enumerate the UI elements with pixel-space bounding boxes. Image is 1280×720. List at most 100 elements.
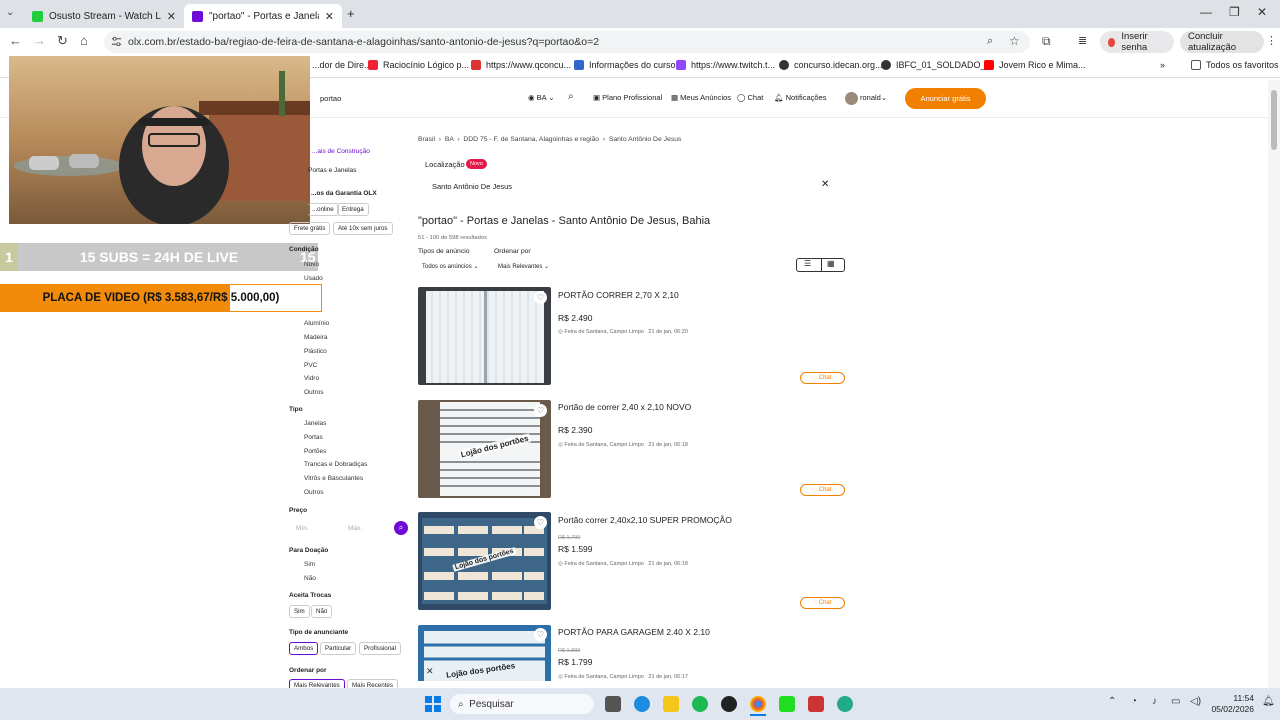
filter-chip-profissional[interactable]: Profissional bbox=[359, 642, 401, 655]
extensions-icon[interactable]: ⧉ bbox=[1042, 34, 1051, 49]
update-button[interactable]: Concluir atualização bbox=[1180, 31, 1264, 53]
file-explorer-icon[interactable] bbox=[663, 696, 679, 712]
bookmark-item[interactable]: Jovem Rico e Mima... bbox=[984, 60, 1086, 70]
home-icon[interactable]: ⌂ bbox=[80, 33, 88, 48]
filter-option[interactable]: Usado bbox=[304, 275, 323, 282]
category-selected[interactable]: Portas e Janelas bbox=[308, 167, 356, 174]
filter-option[interactable]: Trancas e Dobradiças bbox=[304, 461, 367, 468]
anunciar-button[interactable]: Anunciar grátis bbox=[905, 88, 986, 109]
grid-view-icon[interactable]: ▦ bbox=[827, 259, 835, 268]
bookmark-item[interactable]: Raciocínio Lógico p... bbox=[368, 60, 469, 70]
windows-start-icon[interactable] bbox=[425, 696, 441, 712]
reload-icon[interactable]: ↻ bbox=[57, 33, 68, 49]
listing-title[interactable]: Portão correr 2,40x2,10 SUPER PROMOÇÃO bbox=[558, 515, 732, 525]
meus-anuncios-link[interactable]: ▦ Meus Anúncios bbox=[671, 93, 731, 102]
app-icon[interactable] bbox=[779, 696, 795, 712]
state-selector[interactable]: ◉ BA ⌄ bbox=[528, 93, 555, 102]
filter-option[interactable]: Janelas bbox=[304, 420, 326, 427]
filter-option[interactable]: Madeira bbox=[304, 334, 327, 341]
obs-icon[interactable] bbox=[721, 696, 737, 712]
filter-option[interactable]: PVC bbox=[304, 362, 317, 369]
filter-chip-parcelas[interactable]: Até 10x sem juros bbox=[333, 222, 393, 235]
tray-app-icon[interactable]: ◔ bbox=[1131, 696, 1137, 707]
notificacoes-link[interactable]: 🔔︎ Notificações bbox=[774, 93, 826, 102]
bookmark-item[interactable]: Informações do curso bbox=[574, 60, 676, 70]
bookmark-item[interactable]: IBFC_01_SOLDADO_... bbox=[881, 60, 993, 70]
tab-osusto-stream[interactable]: Osusto Stream - Watch Live on ✕ bbox=[24, 4, 184, 28]
ordenar-dropdown[interactable]: Mais Relevantes ⌄ bbox=[498, 263, 549, 270]
menu-kebab-icon[interactable]: ⋮ bbox=[1266, 34, 1277, 47]
bookmark-item[interactable]: https://www.twitch.t... bbox=[676, 60, 775, 70]
filter-option[interactable]: Portas bbox=[304, 434, 323, 441]
tab-olx-portao[interactable]: "portao" - Portas e Janelas - Sa ✕ bbox=[184, 4, 342, 28]
breadcrumb-item[interactable]: DDD 75 - F. de Santana, Alagoinhas e reg… bbox=[463, 136, 599, 143]
filter-option[interactable]: Novo bbox=[304, 261, 319, 268]
favorite-heart-icon[interactable]: ♡ bbox=[534, 404, 547, 417]
listing-title[interactable]: PORTÃO PARA GARAGEM 2.40 X 2.10 bbox=[558, 627, 710, 637]
insert-password-button[interactable]: Inserir senha bbox=[1100, 31, 1174, 53]
edge-icon[interactable] bbox=[634, 696, 650, 712]
chat-link[interactable]: ◯ Chat bbox=[737, 93, 763, 102]
filter-chip-entrega[interactable]: Entrega bbox=[337, 203, 369, 216]
site-settings-icon[interactable] bbox=[111, 36, 122, 47]
search-icon[interactable]: ⌕ bbox=[568, 91, 574, 102]
preco-min-input[interactable]: Mín. bbox=[296, 525, 309, 532]
filter-option[interactable]: Sim bbox=[304, 561, 315, 568]
network-icon[interactable]: ▭ bbox=[1171, 696, 1180, 707]
filter-option[interactable]: Outros bbox=[304, 489, 324, 496]
listing-image[interactable] bbox=[418, 287, 551, 385]
forward-icon[interactable]: → bbox=[33, 33, 46, 48]
plano-profissional-link[interactable]: ▣ Plano Profissional bbox=[593, 93, 662, 102]
taskbar-search[interactable]: ⌕ Pesquisar bbox=[450, 694, 594, 714]
page-scrollbar[interactable] bbox=[1268, 80, 1280, 688]
listing-title[interactable]: PORTÃO CORRER 2,70 X 2,10 bbox=[558, 290, 679, 300]
close-window-icon[interactable]: ✕ bbox=[1257, 5, 1267, 19]
close-icon[interactable]: ✕ bbox=[325, 10, 334, 23]
spotify-icon[interactable] bbox=[692, 696, 708, 712]
tab-search-chevron-icon[interactable]: ⌄ bbox=[6, 7, 14, 18]
minimize-icon[interactable]: — bbox=[1200, 5, 1212, 19]
filter-chip-frete[interactable]: Frete grátis bbox=[289, 222, 331, 235]
bookmark-item[interactable]: concurso.idecan.org... bbox=[779, 60, 883, 70]
volume-icon[interactable]: ◁) bbox=[1190, 696, 1201, 707]
tray-chevron-icon[interactable]: ⌃ bbox=[1108, 696, 1116, 707]
user-menu[interactable]: ronald⌄ bbox=[860, 93, 887, 102]
breadcrumb-item[interactable]: Brasil bbox=[418, 136, 435, 143]
close-icon[interactable]: ✕ bbox=[167, 10, 176, 23]
breadcrumb-item[interactable]: Santo Antônio De Jesus bbox=[609, 136, 682, 143]
filter-option[interactable]: Vitrôs e Basculantes bbox=[304, 475, 363, 482]
filter-chip-online[interactable]: ...online bbox=[308, 203, 339, 216]
location-field[interactable]: Santo Antônio De Jesus bbox=[432, 182, 512, 191]
preco-search-button[interactable]: ⌕ bbox=[394, 521, 408, 535]
clear-location-icon[interactable]: ✕ bbox=[821, 179, 829, 190]
new-tab-button[interactable]: + bbox=[347, 6, 355, 21]
filter-chip-nao[interactable]: Não bbox=[311, 605, 333, 618]
listing-title[interactable]: Portão de correr 2,40 x 2,10 NOVO bbox=[558, 402, 691, 412]
bookmark-star-icon[interactable]: ☆ bbox=[1009, 34, 1020, 48]
notification-bell-icon[interactable]: 🔔︎ bbox=[1262, 696, 1275, 707]
more-bookmarks-icon[interactable]: » bbox=[1160, 60, 1165, 70]
favorite-heart-icon[interactable]: ♡ bbox=[534, 628, 547, 641]
filter-chip-sim[interactable]: Sim bbox=[289, 605, 310, 618]
restore-icon[interactable]: ❐ bbox=[1229, 5, 1240, 19]
tipos-dropdown[interactable]: Todos os anúncios ⌄ bbox=[422, 263, 478, 270]
olx-search-text[interactable]: portao bbox=[320, 94, 341, 103]
scrollbar-thumb[interactable] bbox=[1271, 90, 1277, 150]
back-icon[interactable]: ← bbox=[9, 33, 22, 48]
bookmark-item[interactable]: ...dor de Dire... bbox=[312, 60, 372, 70]
filter-option[interactable]: Vidro bbox=[304, 375, 319, 382]
chat-button[interactable]: ◌ Chat bbox=[800, 597, 845, 609]
microphone-icon[interactable]: ♪ bbox=[1152, 696, 1157, 707]
breadcrumb-item[interactable]: BA bbox=[445, 136, 454, 143]
all-bookmarks[interactable]: Todos os favoritos bbox=[1191, 60, 1279, 70]
taskbar-clock[interactable]: 11:54 05/02/2026 bbox=[1206, 693, 1254, 715]
bookmark-item[interactable]: https://www.qconcu... bbox=[471, 60, 571, 70]
filter-option[interactable]: Não bbox=[304, 575, 316, 582]
filter-option[interactable]: Outros bbox=[304, 389, 324, 396]
filter-chip-ambos[interactable]: Ambos bbox=[289, 642, 319, 655]
chat-button[interactable]: ◌ Chat bbox=[800, 484, 845, 496]
chrome-icon[interactable] bbox=[750, 696, 766, 712]
favorite-heart-icon[interactable]: ♡ bbox=[534, 516, 547, 529]
filter-option[interactable]: Alumínio bbox=[304, 320, 329, 327]
favorite-heart-icon[interactable]: ♡ bbox=[534, 291, 547, 304]
